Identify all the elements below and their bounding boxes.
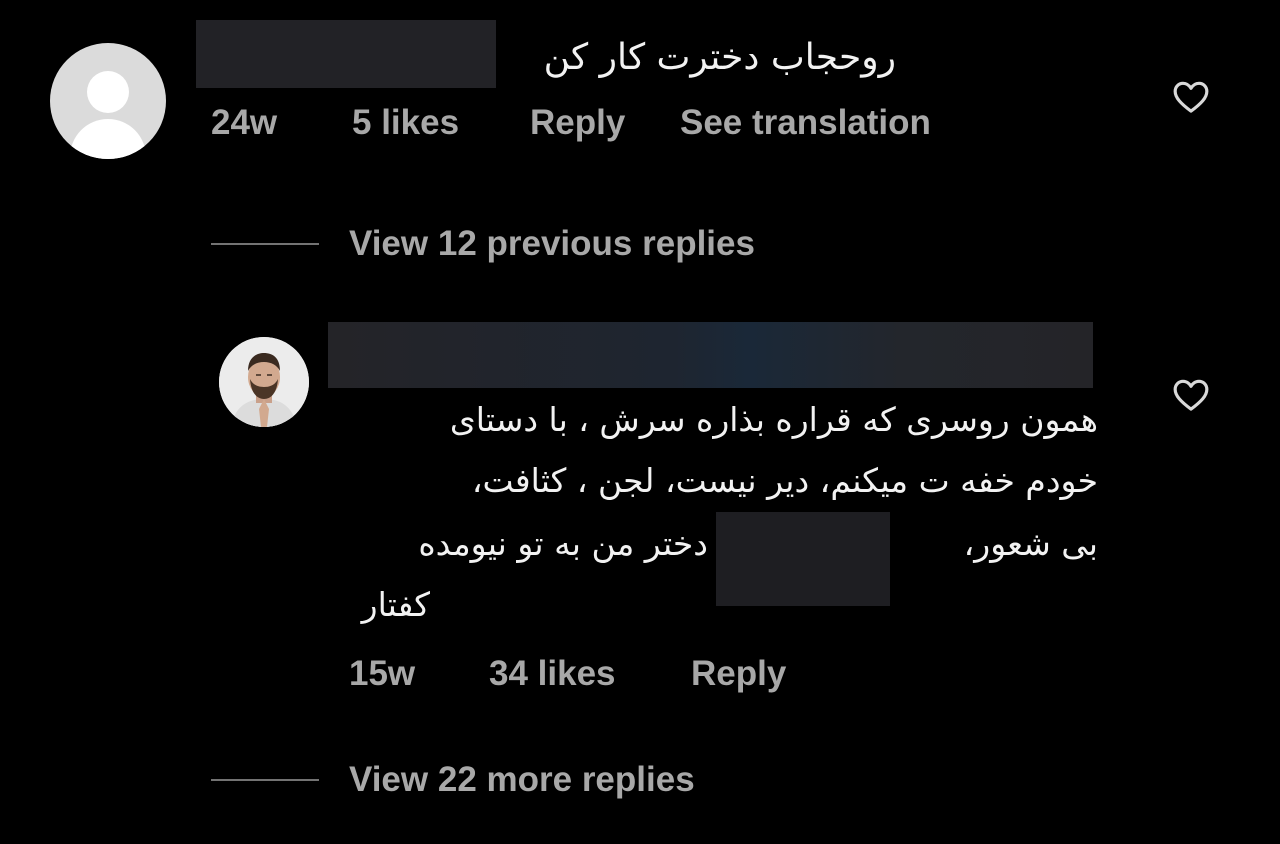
avatar-shoulders-shape: [70, 119, 146, 159]
reply-text-line: کفتار: [361, 585, 430, 624]
replies-divider: [211, 243, 319, 245]
replies-divider: [211, 779, 319, 781]
reply-timestamp: 15w: [349, 654, 416, 693]
default-avatar-icon[interactable]: [50, 43, 166, 159]
redacted-word: [716, 512, 890, 606]
comment-likes-count[interactable]: 5 likes: [352, 103, 459, 143]
heart-outline-icon[interactable]: [1171, 77, 1211, 117]
avatar-photo: [219, 337, 309, 427]
view-more-replies-button[interactable]: View 22 more replies: [349, 760, 695, 800]
avatar-head-shape: [87, 71, 129, 113]
see-translation-button[interactable]: See translation: [680, 103, 931, 143]
reply-button[interactable]: Reply: [691, 654, 786, 694]
avatar[interactable]: [219, 337, 309, 427]
reply-button[interactable]: Reply: [530, 103, 625, 143]
heart-outline-icon[interactable]: [1171, 375, 1211, 415]
reply-text-line: دختر من به تو نیومده: [418, 524, 708, 563]
comment-text: روحجاب دخترت کار کن: [543, 37, 896, 78]
redacted-username: [328, 322, 1093, 388]
view-previous-replies-button[interactable]: View 12 previous replies: [349, 224, 755, 264]
comment-timestamp: 24w: [211, 103, 278, 142]
reply-likes-count[interactable]: 34 likes: [489, 654, 616, 694]
redacted-username: [196, 20, 496, 88]
reply-text-line: بی شعور،: [963, 524, 1098, 563]
reply-text-line: خودم خفه ت میکنم، دیر نیست، لجن ، کثافت،: [471, 461, 1098, 500]
reply-text-line: همون روسری که قراره بذاره سرش ، با دستای: [449, 400, 1098, 439]
